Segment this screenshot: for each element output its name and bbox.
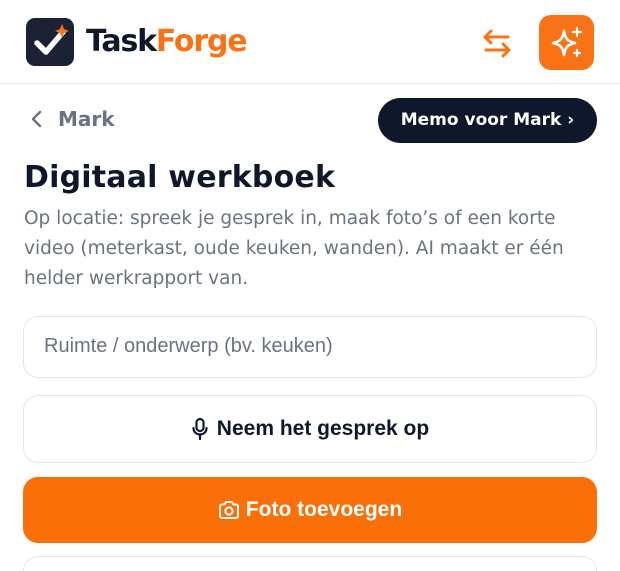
memo-button[interactable]: Memo voor Mark › [378, 98, 597, 143]
app-header: TaskForge [0, 0, 620, 84]
brand-name-part2: Forge [155, 24, 248, 59]
chevron-left-icon [31, 110, 42, 128]
record-conversation-button[interactable]: Neem het gesprek op [23, 395, 597, 463]
add-photo-button[interactable]: Foto toevoegen [23, 477, 597, 543]
microphone-icon [192, 417, 208, 441]
room-field [23, 316, 597, 378]
brand-name-part1: Task [86, 24, 157, 59]
check-logo-icon [26, 18, 74, 66]
next-action-card[interactable] [23, 556, 597, 571]
page-description: Op locatie: spreek je gesprek in, maak f… [24, 208, 564, 289]
sparkles-icon [551, 26, 583, 58]
brand-name[interactable]: TaskForge [86, 22, 248, 62]
page-title: Digitaal werkboek [24, 160, 336, 195]
record-button-label: Neem het gesprek op [216, 417, 430, 440]
swap-arrows-icon[interactable] [478, 24, 516, 62]
room-input[interactable] [44, 317, 574, 376]
add-photo-button-label: Foto toevoegen [245, 498, 403, 521]
camera-icon [218, 501, 239, 519]
ai-sparkle-button[interactable] [539, 15, 594, 70]
back-link-label: Mark [58, 107, 115, 131]
back-link[interactable]: Mark [26, 104, 115, 134]
